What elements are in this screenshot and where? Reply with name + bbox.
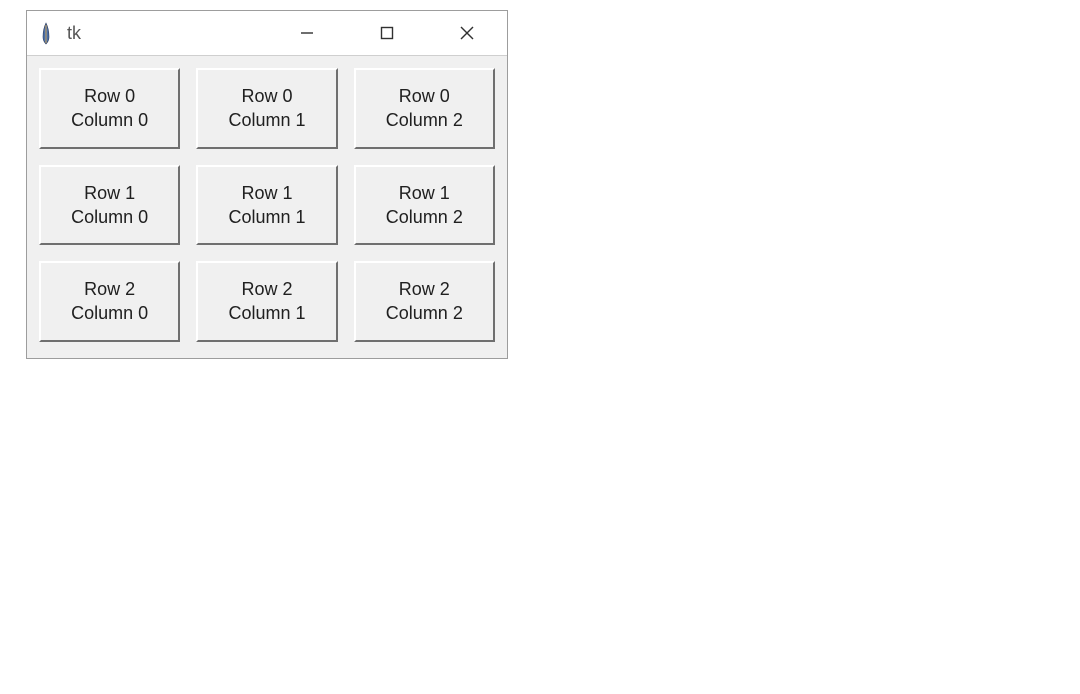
button-label-line1: Row 1 (399, 183, 450, 203)
close-button[interactable] (427, 11, 507, 55)
grid-button-r2-c1[interactable]: Row 2 Column 1 (196, 261, 337, 342)
button-label-line2: Column 1 (204, 108, 329, 132)
button-label-line1: Row 2 (241, 279, 292, 299)
window-content: Row 0 Column 0 Row 0 Column 1 Row 0 Colu… (27, 56, 507, 358)
window-controls (267, 11, 507, 55)
titlebar: tk (27, 11, 507, 56)
button-label-line2: Column 1 (204, 301, 329, 325)
button-label-line1: Row 1 (241, 183, 292, 203)
button-label-line1: Row 1 (84, 183, 135, 203)
minimize-button[interactable] (267, 11, 347, 55)
button-label-line2: Column 0 (47, 108, 172, 132)
button-label-line1: Row 2 (399, 279, 450, 299)
button-label-line2: Column 0 (47, 205, 172, 229)
grid-button-r1-c0[interactable]: Row 1 Column 0 (39, 165, 180, 246)
grid-button-r0-c2[interactable]: Row 0 Column 2 (354, 68, 495, 149)
grid-button-r2-c2[interactable]: Row 2 Column 2 (354, 261, 495, 342)
window-title: tk (67, 23, 81, 44)
button-label-line1: Row 0 (241, 86, 292, 106)
button-label-line2: Column 0 (47, 301, 172, 325)
button-label-line2: Column 1 (204, 205, 329, 229)
tk-feather-icon (37, 20, 55, 46)
grid-button-r1-c2[interactable]: Row 1 Column 2 (354, 165, 495, 246)
app-window: tk Row 0 (26, 10, 508, 359)
button-label-line1: Row 0 (84, 86, 135, 106)
button-label-line1: Row 0 (399, 86, 450, 106)
grid-button-r0-c1[interactable]: Row 0 Column 1 (196, 68, 337, 149)
button-label-line2: Column 2 (362, 108, 487, 132)
grid-button-r1-c1[interactable]: Row 1 Column 1 (196, 165, 337, 246)
grid-button-r2-c0[interactable]: Row 2 Column 0 (39, 261, 180, 342)
grid-button-r0-c0[interactable]: Row 0 Column 0 (39, 68, 180, 149)
button-label-line2: Column 2 (362, 301, 487, 325)
button-grid: Row 0 Column 0 Row 0 Column 1 Row 0 Colu… (39, 68, 495, 342)
maximize-button[interactable] (347, 11, 427, 55)
button-label-line2: Column 2 (362, 205, 487, 229)
button-label-line1: Row 2 (84, 279, 135, 299)
